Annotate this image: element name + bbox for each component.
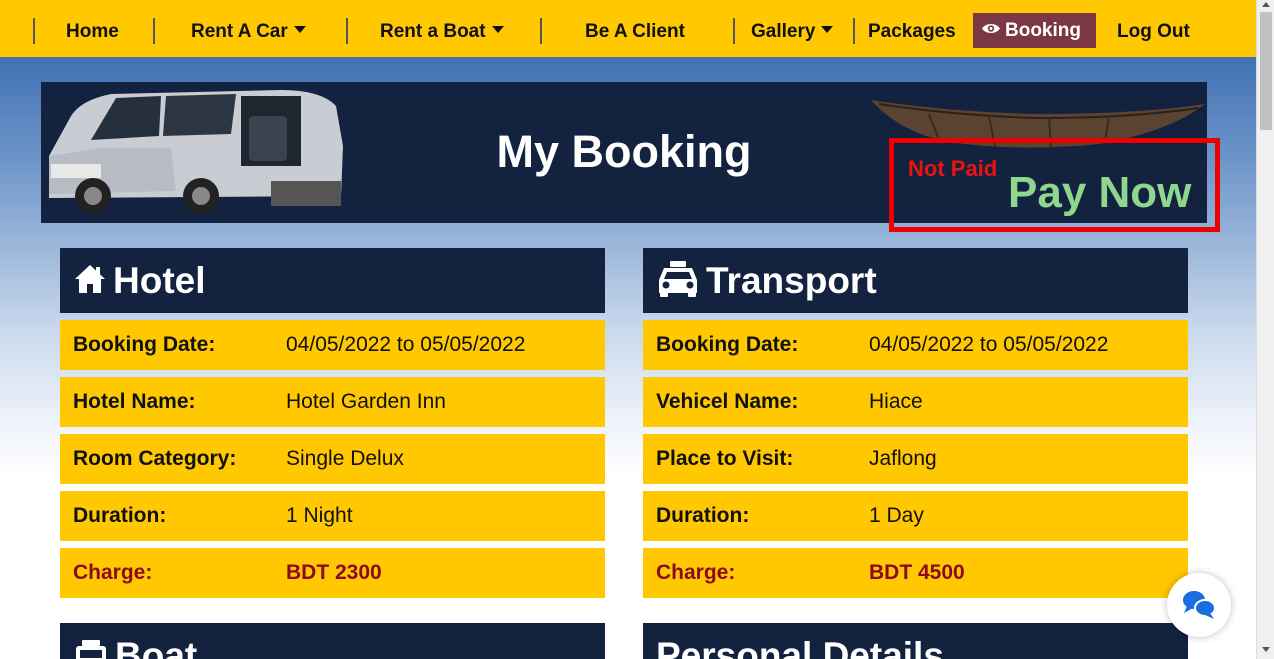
caret-down-icon <box>293 26 306 34</box>
row-value: Single Delux <box>286 447 404 470</box>
transport-card-header: Transport <box>643 248 1188 313</box>
hotel-row-name: Hotel Name: Hotel Garden Inn <box>60 377 605 427</box>
row-label: Booking Date: <box>656 333 799 356</box>
bus-icon <box>76 640 106 659</box>
row-label: Place to Visit: <box>656 447 794 470</box>
caret-down-icon <box>821 26 834 34</box>
row-value: Jaflong <box>869 447 937 470</box>
row-value: BDT 2300 <box>286 561 382 584</box>
nav-booking[interactable]: Booking <box>973 13 1096 48</box>
nav-rent-car-label: Rent A Car <box>191 21 288 42</box>
row-label: Duration: <box>656 504 750 527</box>
nav-divider <box>733 18 735 44</box>
scroll-down-arrow-icon[interactable] <box>1262 647 1270 652</box>
pay-now-button[interactable]: Pay Now <box>1008 168 1191 218</box>
nav-rent-car[interactable]: Rent A Car <box>191 19 306 45</box>
row-label: Booking Date: <box>73 333 216 356</box>
row-value: 04/05/2022 to 05/05/2022 <box>869 333 1109 356</box>
row-label: Duration: <box>73 504 167 527</box>
personal-details-card: Personal Details <box>643 623 1188 659</box>
row-label: Charge: <box>656 561 736 584</box>
nav-divider <box>346 18 348 44</box>
row-label: Vehicel Name: <box>656 390 799 413</box>
scroll-up-arrow-icon[interactable] <box>1262 2 1270 7</box>
row-value: Hiace <box>869 390 923 413</box>
transport-row-place: Place to Visit: Jaflong <box>643 434 1188 484</box>
nav-rent-boat[interactable]: Rent a Boat <box>380 19 504 45</box>
nav-be-client[interactable]: Be A Client <box>585 19 685 45</box>
nav-logout[interactable]: Log Out <box>1117 19 1190 45</box>
vertical-scrollbar[interactable] <box>1256 0 1274 659</box>
nav-divider <box>540 18 542 44</box>
home-icon <box>75 265 105 294</box>
nav-divider <box>853 18 855 44</box>
hotel-card: Hotel Booking Date: 04/05/2022 to 05/05/2… <box>60 248 605 598</box>
nav-rent-boat-label: Rent a Boat <box>380 21 486 42</box>
personal-details-title: Personal Details <box>656 635 944 659</box>
nav-divider <box>153 18 155 44</box>
transport-row-booking-date: Booking Date: 04/05/2022 to 05/05/2022 <box>643 320 1188 370</box>
hotel-row-charge: Charge: BDT 2300 <box>60 548 605 598</box>
hotel-card-header: Hotel <box>60 248 605 313</box>
nav-gallery[interactable]: Gallery <box>751 19 834 45</box>
transport-row-charge: Charge: BDT 4500 <box>643 548 1188 598</box>
eye-icon <box>982 24 1000 34</box>
transport-row-duration: Duration: 1 Day <box>643 491 1188 541</box>
nav-home[interactable]: Home <box>66 19 119 45</box>
row-value: 04/05/2022 to 05/05/2022 <box>286 333 526 356</box>
hotel-row-room-category: Room Category: Single Delux <box>60 434 605 484</box>
row-label: Charge: <box>73 561 153 584</box>
transport-card: Transport Booking Date: 04/05/2022 to 05/… <box>643 248 1188 598</box>
hotel-row-booking-date: Booking Date: 04/05/2022 to 05/05/2022 <box>60 320 605 370</box>
hotel-card-title: Hotel <box>113 260 206 301</box>
caret-down-icon <box>491 26 504 34</box>
payment-status-label: Not Paid <box>908 156 998 181</box>
nav-divider <box>33 18 35 44</box>
row-value: 1 Day <box>869 504 924 527</box>
chat-button[interactable] <box>1167 573 1231 637</box>
nav-gallery-label: Gallery <box>751 21 816 42</box>
nav-booking-label: Booking <box>1005 20 1081 41</box>
boat-card: Boat <box>60 623 605 659</box>
chat-bubbles-icon <box>1183 591 1216 619</box>
row-value: Hotel Garden Inn <box>286 390 446 413</box>
taxi-icon <box>659 261 697 298</box>
personal-details-header: Personal Details <box>643 623 1188 659</box>
boat-card-title: Boat <box>115 635 198 659</box>
boat-card-header: Boat <box>60 623 605 659</box>
top-nav: Home Rent A Car Rent a Boat Be A Client … <box>0 0 1256 57</box>
transport-card-title: Transport <box>706 260 877 301</box>
row-value: BDT 4500 <box>869 561 965 584</box>
row-label: Room Category: <box>73 447 237 470</box>
row-value: 1 Night <box>286 504 353 527</box>
row-label: Hotel Name: <box>73 390 196 413</box>
nav-packages[interactable]: Packages <box>868 19 956 45</box>
transport-row-vehicle: Vehicel Name: Hiace <box>643 377 1188 427</box>
hotel-row-duration: Duration: 1 Night <box>60 491 605 541</box>
scrollbar-thumb[interactable] <box>1260 12 1272 130</box>
